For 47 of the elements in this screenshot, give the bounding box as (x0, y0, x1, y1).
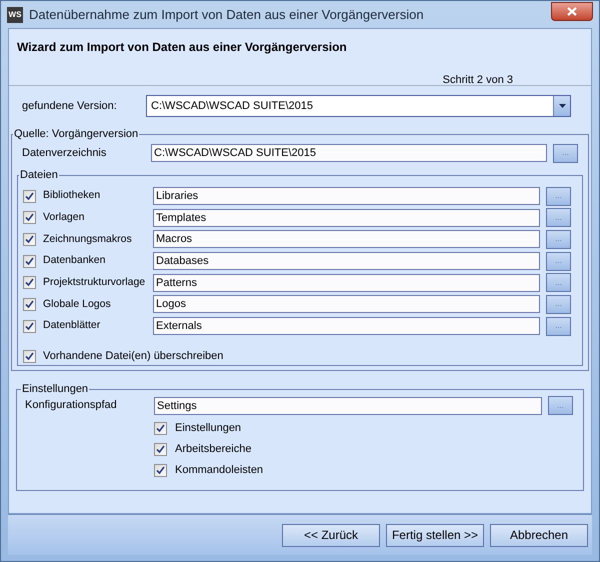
dialog-button[interactable]: Abbrechen (490, 524, 588, 546)
checkbox[interactable] (154, 422, 167, 434)
field-label: Datenverzeichnis (22, 146, 108, 161)
checkbox-label: Einstellungen (175, 420, 242, 436)
app-icon: WS (7, 6, 23, 22)
checkbox-label: Datenbanken (43, 253, 106, 268)
text-field[interactable]: Logos (153, 295, 540, 314)
checkbox-label: Globale Logos (43, 296, 112, 312)
checkbox-label: Kommandoleisten (175, 462, 264, 478)
group-legend: Einstellungen (21, 382, 90, 396)
text-field[interactable]: Templates (153, 208, 540, 227)
checkbox[interactable] (154, 464, 167, 476)
checkbox-label: Projektstrukturvorlage (43, 274, 146, 290)
checkbox-label: Vorhandene Datei(en) überschreiben (43, 348, 224, 364)
checkbox[interactable] (23, 232, 36, 246)
dialog-button[interactable]: Fertig stellen >> (386, 524, 484, 546)
text-field[interactable]: Patterns (153, 274, 540, 292)
checkbox[interactable] (23, 350, 36, 363)
text-field[interactable]: Libraries (153, 187, 540, 205)
text-field[interactable]: Databases (153, 252, 540, 270)
close-icon (567, 7, 577, 16)
text-field[interactable]: Externals (153, 317, 540, 336)
field-label: gefundene Version: (22, 98, 118, 114)
step-label: Schritt 2 von 3 (442, 73, 513, 88)
checkbox-label: Zeichnungsmakros (43, 232, 133, 246)
checkbox-label: Bibliotheken (43, 188, 102, 204)
text-field[interactable]: Macros (153, 230, 540, 248)
version-dropdown[interactable]: C:\WSCAD\WSCAD SUITE\2015 (146, 95, 571, 117)
group-legend: Quelle: Vorgängerversion (13, 127, 140, 141)
text-field[interactable]: Settings (154, 396, 542, 414)
checkbox-label: Datenblätter (43, 318, 102, 334)
wizard-title: Wizard zum Import von Daten aus einer Vorgängerversion (17, 39, 347, 56)
checkbox[interactable] (23, 276, 36, 290)
checkbox[interactable] (23, 320, 36, 333)
dialog-button[interactable]: << Zurück (282, 524, 380, 546)
close-button[interactable] (551, 2, 593, 21)
text-field[interactable]: C:\WSCAD\WSCAD SUITE\2015 (151, 144, 547, 162)
checkbox[interactable] (23, 298, 36, 311)
group-legend: Dateien (19, 168, 59, 182)
checkbox-label: Vorlagen (43, 210, 86, 225)
checkbox[interactable] (23, 190, 36, 202)
field-label: Konfigurationspfad (25, 398, 118, 414)
checkbox-label: Arbeitsbereiche (175, 442, 252, 457)
checkbox[interactable] (23, 254, 36, 268)
checkbox[interactable] (23, 211, 36, 224)
checkbox[interactable] (154, 442, 167, 456)
window-title: Datenübernahme zum Import von Daten aus einer Vorgängerversion (29, 6, 424, 24)
